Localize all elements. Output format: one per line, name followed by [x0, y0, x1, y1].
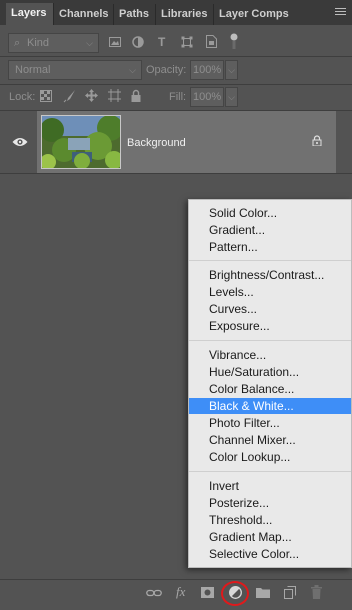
- adjustment-filter-icon[interactable]: [132, 36, 144, 48]
- lock-image-pixels-icon[interactable]: [63, 89, 76, 103]
- menu-item-pattern[interactable]: Pattern...: [189, 239, 351, 255]
- menu-item-channel-mixer[interactable]: Channel Mixer...: [189, 432, 351, 448]
- smart-object-filter-icon[interactable]: [206, 35, 217, 48]
- chevron-down-icon: ⌵: [129, 65, 136, 75]
- opacity-label: Opacity:: [146, 64, 187, 76]
- type-filter-icon[interactable]: T: [158, 35, 165, 49]
- menu-item-photo-filter[interactable]: Photo Filter...: [189, 415, 351, 431]
- fill-value: 100%: [193, 91, 222, 103]
- new-group-folder-icon[interactable]: [256, 587, 270, 598]
- menu-item-threshold[interactable]: Threshold...: [189, 512, 351, 528]
- menu-item-levels[interactable]: Levels...: [189, 284, 351, 300]
- layer-name: Background: [127, 137, 186, 149]
- visibility-eye-icon[interactable]: [12, 136, 28, 148]
- menu-item-selective-color[interactable]: Selective Color...: [189, 546, 351, 562]
- trash-icon[interactable]: [311, 585, 322, 599]
- layer-row-background[interactable]: Background: [37, 111, 336, 173]
- tab-layers[interactable]: Layers: [6, 3, 54, 25]
- menu-item-solid-color[interactable]: Solid Color...: [189, 205, 351, 221]
- blend-mode-select[interactable]: Normal ⌵: [8, 60, 142, 80]
- opacity-field[interactable]: 100%: [190, 60, 224, 80]
- link-layers-icon[interactable]: [146, 588, 162, 598]
- menu-item-vibrance[interactable]: Vibrance...: [189, 347, 351, 363]
- filter-kind-select[interactable]: ⌕ Kind ⌵: [8, 33, 99, 53]
- lock-transparent-pixels-icon[interactable]: [40, 90, 52, 102]
- opacity-value: 100%: [193, 64, 222, 76]
- menu-item-hue-saturation[interactable]: Hue/Saturation...: [189, 364, 351, 380]
- tab-libraries[interactable]: Libraries: [156, 4, 214, 25]
- search-icon: ⌕: [14, 37, 21, 49]
- lock-all-icon[interactable]: [131, 89, 141, 102]
- tab-channels[interactable]: Channels: [54, 4, 114, 25]
- highlight-ring: [221, 581, 249, 606]
- menu-item-gradient[interactable]: Gradient...: [189, 222, 351, 238]
- menu-item-black-white[interactable]: Black & White...: [189, 398, 351, 414]
- fill-dropdown[interactable]: ⌵: [225, 87, 238, 107]
- fill-field[interactable]: 100%: [190, 87, 224, 107]
- menu-item-color-lookup[interactable]: Color Lookup...: [189, 449, 351, 465]
- panel-menu-icon[interactable]: [335, 8, 346, 16]
- tab-layer-comps[interactable]: Layer Comps: [214, 4, 294, 25]
- filter-kind-label: Kind: [27, 37, 50, 49]
- menu-item-brightness-contrast[interactable]: Brightness/Contrast...: [189, 267, 351, 283]
- lock-label: Lock:: [9, 91, 36, 103]
- pixel-filter-icon[interactable]: [109, 36, 121, 48]
- menu-item-invert[interactable]: Invert: [189, 478, 351, 494]
- add-mask-icon[interactable]: [201, 587, 214, 598]
- shape-filter-icon[interactable]: [181, 36, 193, 48]
- lock-position-icon[interactable]: [85, 89, 98, 102]
- tab-paths[interactable]: Paths: [114, 4, 156, 25]
- fill-label: Fill:: [169, 91, 187, 103]
- layer-lock-icon[interactable]: [312, 135, 322, 146]
- blend-mode-value: Normal: [15, 64, 51, 76]
- chevron-down-icon: ⌵: [86, 38, 93, 48]
- menu-item-posterize[interactable]: Posterize...: [189, 495, 351, 511]
- menu-item-color-balance[interactable]: Color Balance...: [189, 381, 351, 397]
- new-layer-icon[interactable]: [284, 586, 296, 599]
- menu-item-curves[interactable]: Curves...: [189, 301, 351, 317]
- lock-artboard-icon[interactable]: [108, 89, 121, 102]
- layer-thumbnail: [41, 115, 121, 169]
- menu-item-exposure[interactable]: Exposure...: [189, 318, 351, 334]
- chevron-down-icon: ⌵: [228, 92, 235, 102]
- opacity-dropdown[interactable]: ⌵: [225, 60, 238, 80]
- adjustment-layer-menu: Solid Color... Gradient... Pattern... Br…: [188, 199, 352, 568]
- layer-style-fx-icon[interactable]: fx: [176, 585, 185, 599]
- chevron-down-icon: ⌵: [228, 65, 235, 75]
- filter-toggle-icon[interactable]: [230, 33, 238, 49]
- panel-tab-bar: Layers Channels Paths Libraries Layer Co…: [0, 0, 352, 25]
- menu-item-gradient-map[interactable]: Gradient Map...: [189, 529, 351, 545]
